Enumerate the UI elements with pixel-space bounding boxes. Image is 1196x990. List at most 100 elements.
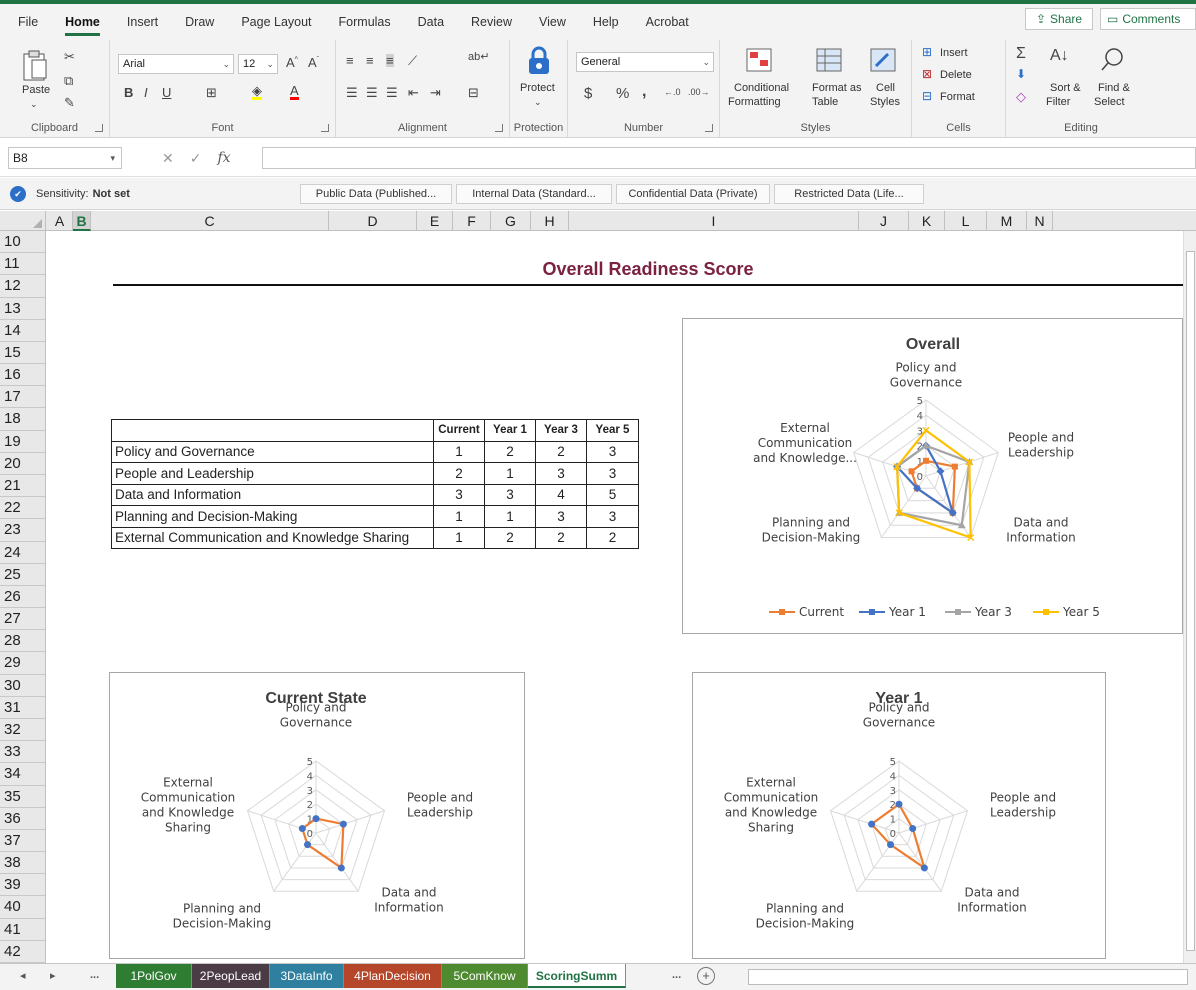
font-name-combo[interactable]: Arial ⌄ [118,54,234,74]
column-header-k[interactable]: K [909,211,945,231]
row-header-17[interactable]: 17 [0,386,45,409]
increase-font-icon[interactable]: A^ [286,56,298,69]
decrease-font-icon[interactable]: Aˇ [308,56,319,69]
menu-tab-formulas[interactable]: Formulas [339,11,391,33]
score-cell[interactable]: 3 [484,483,536,506]
number-launcher-icon[interactable] [705,124,713,132]
add-sheet-icon[interactable]: + [697,967,715,985]
score-cell[interactable]: 2 [535,440,587,463]
row-label-cell[interactable]: Data and Information [111,483,434,506]
cut-icon[interactable]: ✂ [64,50,75,63]
sheet-tab-3datainfo[interactable]: 3DataInfo [270,964,344,988]
format-cells-icon[interactable]: ⊟ [922,90,932,102]
format-as-table-button[interactable]: Format as [812,82,862,94]
row-header-37[interactable]: 37 [0,830,45,853]
row-header-23[interactable]: 23 [0,519,45,542]
row-header-26[interactable]: 26 [0,586,45,609]
column-header-i[interactable]: I [569,211,859,231]
percent-icon[interactable]: % [616,86,629,101]
score-cell[interactable]: 3 [535,505,587,528]
row-header-10[interactable]: 10 [0,231,45,254]
number-format-combo[interactable]: General ⌄ [576,52,714,72]
italic-icon[interactable]: I [144,86,148,99]
column-header-l[interactable]: L [945,211,987,231]
overall-chart[interactable]: Overall 5 4 3 2 1 0 Policy and Governance People … [682,318,1183,634]
row-header-15[interactable]: 15 [0,342,45,365]
row-header-38[interactable]: 38 [0,852,45,875]
row-header-12[interactable]: 12 [0,275,45,298]
sensitivity-option-public[interactable]: Public Data (Published... [300,184,452,204]
row-header-41[interactable]: 41 [0,919,45,941]
row-header-40[interactable]: 40 [0,896,45,919]
sheet-tab-1polgov[interactable]: 1PolGov [116,964,192,988]
insert-function-button[interactable]: fx [217,150,230,166]
clear-icon[interactable]: ◇ [1016,90,1026,103]
row-header-18[interactable]: 18 [0,408,45,431]
score-cell[interactable]: 1 [484,462,536,485]
cancel-icon[interactable]: ✕ [162,150,174,167]
font-launcher-icon[interactable] [321,124,329,132]
column-header-f[interactable]: F [453,211,491,231]
row-header-25[interactable]: 25 [0,564,45,586]
score-cell[interactable]: 2 [535,526,587,549]
score-cell[interactable]: 1 [484,505,536,528]
wrap-text-icon[interactable]: ab↵ [468,52,489,63]
font-size-combo[interactable]: 12 ⌄ [238,54,278,74]
score-cell[interactable]: 1 [433,440,485,463]
format-painter-icon[interactable]: ✎ [64,96,75,109]
chevron-down-icon[interactable]: ⌄ [534,98,542,107]
menu-tab-help[interactable]: Help [593,11,619,33]
format-as-table-icon[interactable] [816,48,842,72]
select-all-button[interactable] [0,211,46,231]
column-header-b[interactable]: B [73,211,91,231]
column-header-m[interactable]: M [987,211,1027,231]
enter-icon[interactable]: ✓ [190,150,202,167]
menu-tab-file[interactable]: File [18,11,38,33]
increase-indent-icon[interactable]: ⇥ [430,86,441,99]
underline-icon[interactable]: U [162,86,171,99]
score-cell[interactable]: 2 [586,526,639,549]
sort-filter-icon[interactable]: A↓ [1050,48,1069,64]
prev-sheet-icon[interactable]: ◂ [20,969,26,982]
table-header-cell[interactable]: Current [433,419,485,442]
row-label-cell[interactable]: External Communication and Knowledge Sha… [111,526,434,549]
menu-tab-insert[interactable]: Insert [127,11,158,33]
fill-icon[interactable]: ⬇ [1016,68,1026,80]
comma-style-icon[interactable]: , [642,84,646,100]
column-header-d[interactable]: D [329,211,417,231]
score-cell[interactable]: 3 [433,483,485,506]
table-header-cell[interactable]: Year 5 [586,419,639,442]
menu-tab-review[interactable]: Review [471,11,512,33]
decrease-decimal-icon[interactable]: .00→ [688,88,710,97]
table-header-cell[interactable]: Year 1 [484,419,536,442]
comments-button[interactable]: ▭ Comments [1100,8,1196,30]
cell-styles-button[interactable]: Cell [876,82,895,94]
align-middle-icon[interactable]: ≡ [366,54,374,67]
decrease-indent-icon[interactable]: ⇤ [408,86,419,99]
sheet-tab-4plandecision[interactable]: 4PlanDecision [344,964,442,988]
horizontal-scrollbar[interactable] [748,969,1188,985]
row-header-16[interactable]: 16 [0,364,45,387]
row-header-42[interactable]: 42 [0,941,45,963]
autosum-icon[interactable]: Σ [1016,46,1026,62]
row-header-32[interactable]: 32 [0,719,45,742]
more-sheets-right-button[interactable]: ... [672,969,681,981]
score-cell[interactable]: 1 [433,505,485,528]
row-header-27[interactable]: 27 [0,608,45,631]
score-cell[interactable]: 3 [586,462,639,485]
alignment-launcher-icon[interactable] [495,124,503,132]
paste-icon[interactable] [22,48,50,84]
column-header-e[interactable]: E [417,211,453,231]
sheet-tab-2peoplead[interactable]: 2PeopLead [192,964,270,988]
scroll-thumb[interactable] [1186,251,1195,951]
lock-icon[interactable] [526,46,552,76]
score-cell[interactable]: 3 [586,505,639,528]
column-header-n[interactable]: N [1027,211,1053,231]
find-select-button[interactable]: Find & [1098,82,1130,94]
sensitivity-option-internal[interactable]: Internal Data (Standard... [456,184,612,204]
paste-button[interactable]: Paste [22,84,50,96]
row-header-35[interactable]: 35 [0,786,45,808]
menu-tab-view[interactable]: View [539,11,566,33]
font-color-icon[interactable]: A [290,84,299,100]
row-header-11[interactable]: 11 [0,253,45,276]
